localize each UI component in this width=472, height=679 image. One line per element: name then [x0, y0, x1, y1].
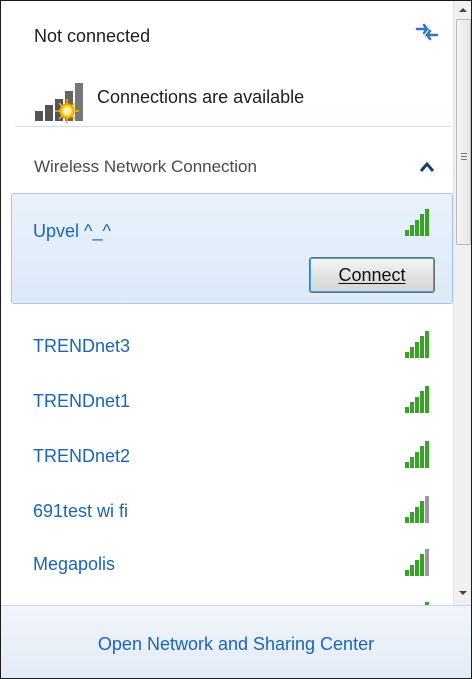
network-name: TRENDnet3	[33, 336, 131, 356]
network-item-selected[interactable]: Upvel ^_^ Connect	[11, 193, 453, 304]
network-item[interactable]: TRENDnet2	[11, 424, 453, 474]
network-name: 691test wi fi	[33, 501, 129, 521]
network-name: Megapolis	[33, 554, 116, 574]
network-item[interactable]: TRENDnet1	[11, 369, 453, 419]
signal-strength-icon	[405, 441, 429, 468]
signal-strength-icon	[405, 331, 429, 358]
network-item[interactable]: 691test wi fi	[11, 479, 453, 529]
grip-icon	[461, 153, 467, 160]
footer: Open Network and Sharing Center	[1, 605, 471, 678]
scroll-thumb[interactable]	[456, 19, 471, 245]
signal-strength-icon	[405, 386, 429, 413]
network-name: Upvel ^_^	[33, 221, 111, 241]
network-refresh-icon[interactable]	[413, 21, 441, 43]
chevron-up-icon[interactable]	[419, 161, 435, 173]
network-item[interactable]: Megapolis	[11, 532, 453, 582]
signal-warning-icon	[35, 83, 83, 123]
connect-button-label: Connect	[338, 264, 406, 285]
scroll-up-arrow-icon[interactable]	[457, 5, 469, 15]
connect-button[interactable]: Connect	[309, 257, 435, 293]
divider	[15, 126, 451, 127]
section-label: Wireless Network Connection	[34, 157, 257, 176]
wireless-section-header[interactable]: Wireless Network Connection	[21, 139, 441, 181]
open-network-sharing-center-link[interactable]: Open Network and Sharing Center	[1, 634, 471, 655]
scroll-down-arrow-icon[interactable]	[457, 588, 469, 598]
signal-strength-icon	[405, 549, 429, 576]
network-flyout: Not connected Connections are available …	[0, 0, 472, 679]
signal-strength-icon	[405, 496, 429, 523]
scrollbar[interactable]	[453, 1, 471, 605]
signal-strength-icon	[405, 209, 429, 236]
network-item[interactable]: TRENDnet3	[11, 314, 453, 364]
network-name: TRENDnet2	[33, 446, 131, 466]
status-title: Not connected	[34, 26, 151, 46]
status-message: Connections are available	[97, 87, 305, 107]
network-name: TRENDnet1	[33, 391, 131, 411]
connection-status: Not connected Connections are available	[1, 1, 453, 126]
